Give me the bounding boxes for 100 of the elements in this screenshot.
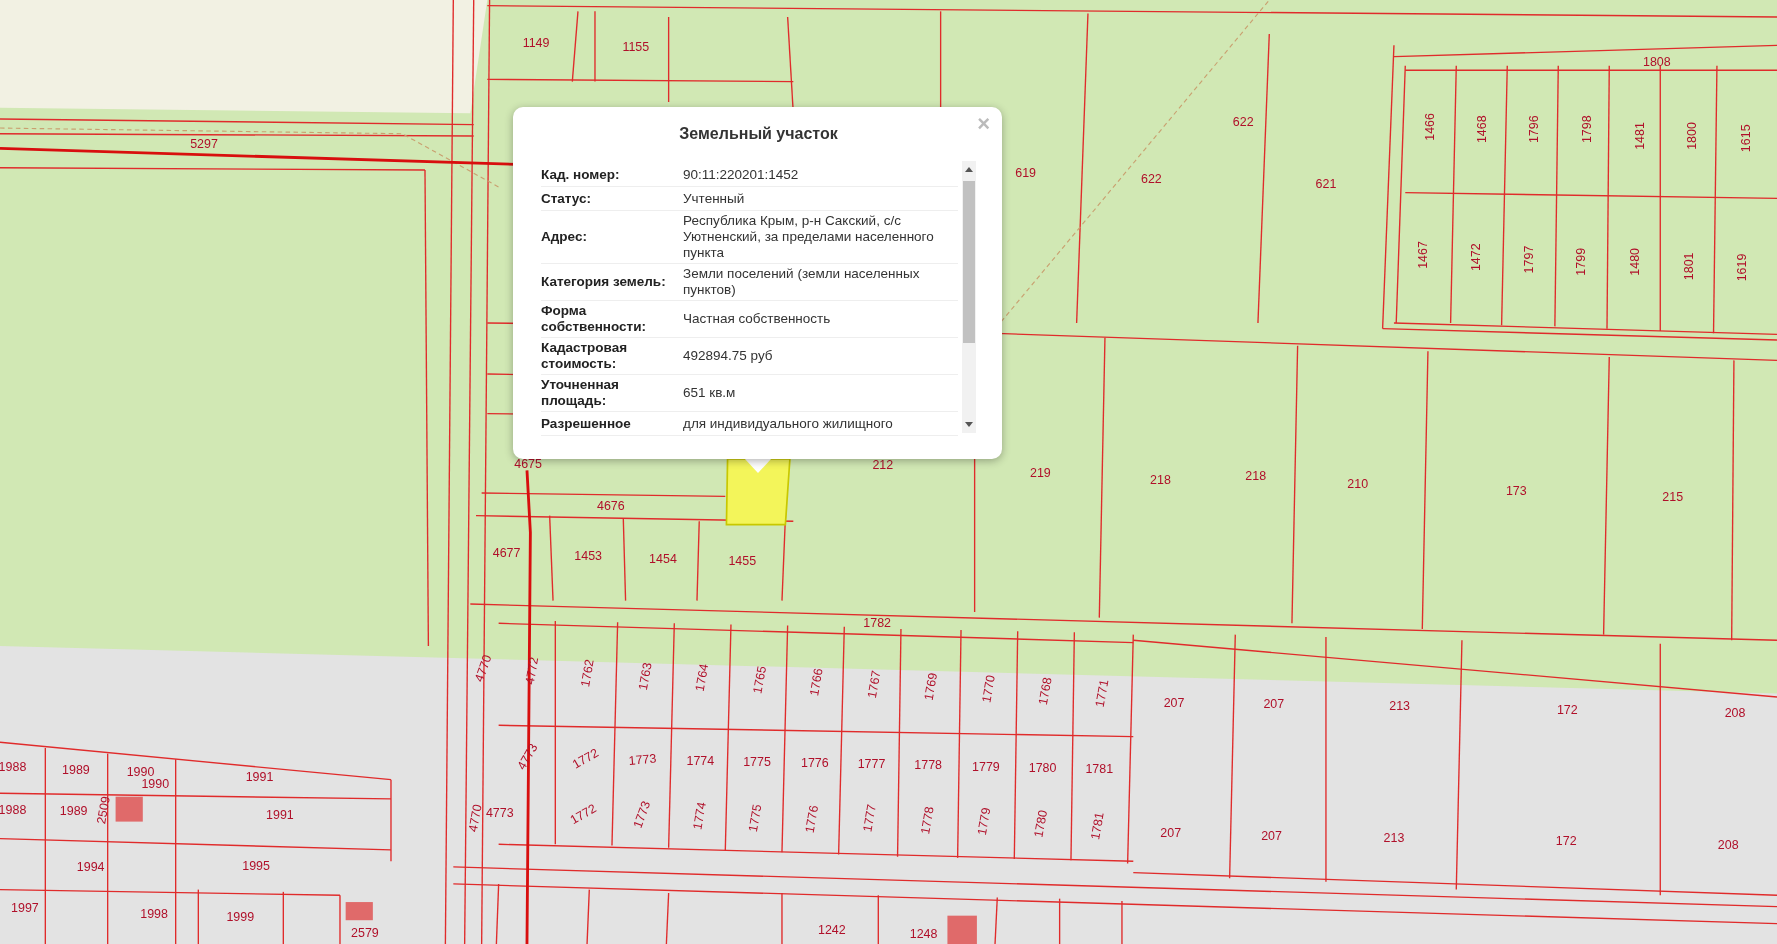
- parcel-number: 1466: [1422, 113, 1437, 141]
- parcel-number: 1468: [1474, 115, 1489, 144]
- parcel-number: 4770: [466, 803, 485, 833]
- popup-title: Земельный участок: [678, 125, 839, 143]
- field-value: 492894.75 руб: [678, 338, 958, 375]
- parcel-number: 207: [1163, 696, 1185, 711]
- parcel-number: 1801: [1682, 252, 1697, 281]
- parcel-number: 1995: [242, 859, 270, 874]
- parcel-number: 622: [1232, 114, 1254, 129]
- field-value: для индивидуального жилищного: [678, 412, 958, 436]
- parcel-number: 1989: [59, 803, 88, 818]
- parcel-number: 1248: [909, 927, 938, 942]
- parcel-number: 622: [1141, 172, 1162, 187]
- field-label: Кадастровая стоимость:: [541, 338, 678, 375]
- field-value: 90:11:220201:1452: [678, 163, 958, 187]
- parcel-number: 1775: [745, 803, 765, 833]
- field-label: Уточненная площадь:: [541, 375, 678, 412]
- parcel-number: 1155: [622, 39, 650, 54]
- parcel-number: 219: [1029, 466, 1051, 480]
- parcel-number: 1775: [743, 755, 771, 769]
- parcel-number: 619: [1015, 165, 1036, 180]
- parcel-number: 207: [1263, 697, 1285, 712]
- parcel-number: 1763: [636, 661, 655, 692]
- parcel-number: 1768: [1036, 676, 1055, 707]
- parcel-number: 1989: [62, 762, 90, 777]
- parcel-number: 1619: [1735, 253, 1750, 282]
- parcel-number: 1796: [1526, 115, 1541, 144]
- parcel-number: 5297: [190, 137, 218, 152]
- parcel-number: 4773: [485, 805, 514, 820]
- field-value: Частная собственность: [678, 301, 958, 338]
- parcel-number: 1772: [570, 745, 602, 772]
- parcel-number: 4675: [514, 456, 542, 471]
- parcel-number: 1773: [628, 751, 657, 768]
- parcel-number: 1988: [0, 759, 27, 774]
- parcel-number: 207: [1160, 826, 1182, 841]
- parcel-number: 1991: [266, 808, 294, 823]
- parcel-number: 1149: [522, 36, 550, 51]
- parcel-number: 1472: [1468, 243, 1483, 272]
- field-label: Разрешенное: [541, 412, 678, 436]
- field-value: Республика Крым, р-н Сакский, с/с Уютненский, за пределами населенного пункта: [678, 211, 958, 264]
- parcel-number: 1797: [1522, 245, 1537, 274]
- selected-parcel[interactable]: [725, 458, 791, 526]
- parcel-number: 1769: [921, 671, 941, 702]
- parcel-number: 173: [1505, 484, 1527, 499]
- parcel-number: 213: [1383, 830, 1405, 845]
- parcel-number: 1455: [728, 554, 757, 569]
- building-block: [947, 915, 977, 944]
- parcel-number: 1800: [1685, 122, 1700, 150]
- parcel-number: 1779: [972, 759, 1000, 774]
- parcel-number: 1765: [750, 664, 770, 695]
- parcel-number: 208: [1724, 706, 1746, 721]
- field-label: Статус:: [541, 187, 678, 211]
- parcel-number: 1778: [918, 805, 937, 836]
- parcel-number: 1798: [1580, 115, 1595, 144]
- building-block: [345, 902, 373, 921]
- parcel-number: 2579: [351, 926, 379, 941]
- parcel-number: 1766: [807, 667, 826, 697]
- parcel-number: 1770: [979, 674, 998, 704]
- parcel-number: 4677: [492, 546, 521, 561]
- field-label: Адрес:: [541, 211, 678, 264]
- scrollbar[interactable]: [962, 161, 976, 433]
- field-label: Кад. номер:: [541, 163, 678, 187]
- parcel-number: 1991: [245, 769, 274, 784]
- parcel-number: 1998: [140, 906, 168, 921]
- parcel-number: 1777: [860, 803, 879, 833]
- parcel-number: 1999: [226, 910, 255, 925]
- parcel-number: 1781: [1088, 811, 1107, 841]
- parcel-number: 1777: [857, 757, 886, 772]
- close-button[interactable]: ×: [973, 111, 994, 137]
- field-label: Форма собственности:: [541, 301, 678, 338]
- parcel-number: 4770: [471, 652, 495, 684]
- field-label: Категория земель:: [541, 264, 678, 301]
- parcel-number: 212: [872, 458, 894, 473]
- parcel-number: 4676: [597, 498, 625, 513]
- parcel-number: 4772: [522, 655, 542, 686]
- parcel-number: 1808: [1643, 54, 1671, 69]
- parcel-number: 1994: [76, 860, 105, 875]
- parcel-number: 215: [1662, 489, 1684, 504]
- parcel-number: 621: [1315, 177, 1337, 191]
- field-value: Учтенный: [678, 187, 958, 211]
- parcel-number: 1764: [692, 662, 712, 693]
- parcel-number: 172: [1556, 702, 1578, 717]
- parcel-number: 1988: [0, 802, 27, 817]
- field-value: Земли поселений (земли населенных пунктов): [678, 264, 958, 301]
- parcel-number: 1762: [578, 658, 597, 688]
- parcel-number: 1997: [11, 901, 39, 916]
- parcel-number: 1779: [974, 806, 994, 837]
- parcel-number: 1454: [649, 552, 677, 567]
- parcel-number: 1481: [1633, 122, 1648, 150]
- parcel-number: 210: [1347, 477, 1369, 492]
- parcel-number: 1776: [802, 804, 822, 835]
- parcel-number: 172: [1555, 834, 1577, 849]
- parcel-number: 1782: [863, 615, 892, 630]
- parcel-number: 1467: [1415, 241, 1430, 269]
- parcel-number: 1615: [1738, 124, 1753, 153]
- parcel-number: 1781: [1085, 761, 1114, 776]
- parcel-number: 218: [1150, 472, 1171, 487]
- parcel-number: 1774: [686, 753, 715, 768]
- parcel-number: 2509: [94, 795, 113, 825]
- parcel-number: 1773: [630, 799, 654, 830]
